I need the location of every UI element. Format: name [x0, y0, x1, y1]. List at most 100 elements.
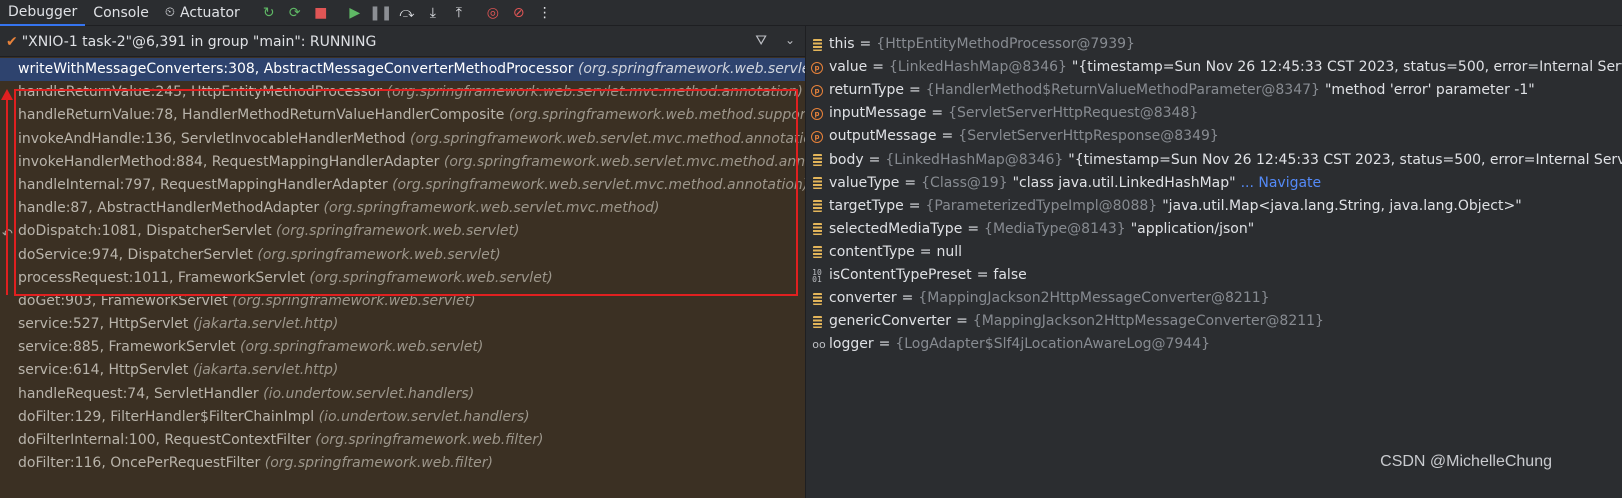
frame-method: handleInternal:797, RequestMappingHandle…	[18, 176, 388, 193]
variable-type: {HandlerMethod$ReturnValueMethodParamete…	[925, 82, 1320, 99]
variable-row[interactable]: genericConverter = {MappingJackson2HttpMes…	[806, 310, 1324, 333]
frame-row[interactable]: doService:974, DispatcherServlet (org.sp…	[0, 244, 805, 267]
field-icon	[811, 154, 823, 166]
variable-name: converter	[829, 290, 897, 307]
frame-row[interactable]: handleReturnValue:245, HttpEntityMethodP…	[0, 81, 805, 104]
frame-row[interactable]: handleRequest:74, ServletHandler (io.und…	[0, 383, 805, 406]
field-icon	[811, 38, 823, 51]
frame-row[interactable]: doFilterInternal:100, RequestContextFilt…	[0, 429, 805, 452]
frame-method: doFilter:129, FilterHandler$FilterChainI…	[18, 408, 315, 425]
parameter-icon: p	[811, 107, 823, 120]
variable-type: {ServletServerHttpRequest@8348}	[948, 105, 1199, 122]
frame-row[interactable]: invokeAndHandle:136, ServletInvocableHan…	[0, 128, 805, 151]
variable-name: outputMessage	[829, 128, 937, 145]
equals-sign: =	[919, 243, 932, 260]
variable-row[interactable]: targetType = {ParameterizedTypeImpl@8088} "…	[806, 195, 1522, 218]
variable-row[interactable]: valueType = {Class@19} "class java.util.Lin…	[806, 172, 1321, 195]
frame-package: (org.springframework.web.servlet)	[232, 292, 476, 309]
variable-value: "method 'error' parameter -1"	[1324, 82, 1535, 99]
frame-row[interactable]: handleInternal:797, RequestMappingHandle…	[0, 174, 805, 197]
variable-type: {LogAdapter$Slf4jLocationAwareLog@7944}	[895, 336, 1211, 353]
tab-actuator[interactable]: ⏲ Actuator	[157, 0, 248, 26]
frame-package: (org.springframework.web.servlet.mvc.met…	[443, 153, 805, 170]
equals-sign: =	[967, 220, 980, 237]
equals-sign: =	[931, 105, 944, 122]
frame-method: doFilterInternal:100, RequestContextFilt…	[18, 432, 311, 448]
frame-package: (io.undertow.servlet.handlers)	[263, 385, 475, 402]
frame-row[interactable]: doGet:903, FrameworkServlet (org.springf…	[0, 290, 805, 313]
field-icon	[811, 246, 823, 259]
frame-row[interactable]: doFilter:116, OncePerRequestFilter (org.…	[0, 452, 805, 475]
frame-method: handleRequest:74, ServletHandler	[18, 385, 259, 402]
more-options-icon[interactable]: ⋮	[533, 1, 557, 25]
variable-row[interactable]: p outputMessage = {ServletServerHttpRespons…	[806, 125, 1219, 148]
variable-name: valueType	[829, 174, 900, 191]
frame-row[interactable]: service:614, HttpServlet (jakarta.servle…	[0, 359, 805, 382]
frame-row[interactable]: writeWithMessageConverters:308, Abstract…	[0, 58, 805, 82]
variable-row[interactable]: p inputMessage = {ServletServerHttpRequest@…	[806, 102, 1198, 125]
tab-console[interactable]: Console	[85, 0, 157, 26]
variable-row[interactable]: oo logger = {LogAdapter$Slf4jLocationAwareL…	[806, 333, 1210, 356]
step-out-icon[interactable]: ⤒	[447, 1, 471, 25]
stop-icon[interactable]: ■	[309, 1, 333, 25]
variable-value: "class java.util.LinkedHashMap"	[1012, 174, 1236, 191]
variable-row[interactable]: p value = {LinkedHashMap@8346} "{timestamp=S…	[806, 56, 1622, 79]
filter-icon[interactable]: ⛛	[755, 33, 767, 49]
pause-icon[interactable]: ❚❚	[369, 1, 393, 25]
step-over-icon[interactable]: ⤼	[395, 1, 419, 25]
restart-icon[interactable]: ⟳	[283, 1, 307, 25]
variable-row[interactable]: 10 01 isContentTypePreset = false	[806, 264, 1027, 287]
frame-method: invokeHandlerMethod:884, RequestMappingH…	[18, 153, 440, 170]
chevron-down-icon[interactable]: ⌄	[785, 33, 795, 47]
variable-row[interactable]: selectedMediaType = {MediaType@8143} "appli…	[806, 218, 1254, 241]
frame-package: (jakarta.servlet.http)	[192, 362, 339, 379]
thread-selector[interactable]: ✔ "XNIO-1 task-2"@6,391 in group "main":…	[0, 27, 805, 57]
rerun-icon[interactable]: ↻	[257, 1, 281, 25]
variable-row[interactable]: converter = {MappingJackson2HttpMessageCon…	[806, 287, 1270, 310]
mute-breakpoints-icon[interactable]: ⊘	[507, 1, 531, 25]
variable-value: false	[993, 267, 1027, 283]
resume-icon[interactable]: ▶	[343, 1, 367, 25]
annotation-line	[6, 99, 8, 295]
variable-name: contentType	[829, 243, 915, 260]
variable-type: {LinkedHashMap@8346}	[885, 151, 1064, 168]
variable-type: {MappingJackson2HttpMessageConverter@821…	[972, 313, 1324, 330]
variable-value: "{timestamp=Sun Nov 26 12:45:33 CST 2023…	[1068, 151, 1622, 168]
frame-package: (org.springframework.web.servlet)	[239, 339, 484, 356]
variable-row[interactable]: this = {HttpEntityMethodProcessor@7939}	[806, 33, 1135, 56]
step-into-icon[interactable]: ⤓	[421, 1, 445, 25]
frame-row[interactable]: doDispatch:1081, DispatcherServlet (org.…	[0, 220, 805, 243]
navigate-link[interactable]: ... Navigate	[1241, 172, 1322, 195]
frame-row[interactable]: service:885, FrameworkServlet (org.sprin…	[0, 336, 805, 359]
frame-package: (org.springframework.web.servlet.mvc.met…	[323, 200, 660, 217]
frame-row[interactable]: invokeHandlerMethod:884, RequestMappingH…	[0, 151, 805, 174]
view-breakpoints-icon[interactable]: ◎	[481, 1, 505, 25]
tab-console-label: Console	[93, 4, 149, 21]
frame-package: (org.springframework.web.servlet.mvc.met…	[386, 84, 803, 101]
frame-method: service:885, FrameworkServlet	[18, 339, 236, 356]
frame-row[interactable]: service:527, HttpServlet (jakarta.servle…	[0, 313, 805, 336]
field-icon	[811, 292, 823, 305]
variable-row[interactable]: contentType = null	[806, 241, 962, 264]
variable-value: "java.util.Map<java.lang.String, java.la…	[1162, 197, 1522, 214]
check-icon: ✔	[6, 33, 18, 50]
tab-actuator-label: Actuator	[180, 4, 240, 21]
parameter-icon: p	[811, 61, 823, 74]
frame-row[interactable]: doFilter:129, FilterHandler$FilterChainI…	[0, 406, 805, 429]
frame-method: invokeAndHandle:136, ServletInvocableHan…	[18, 130, 406, 147]
frame-method: doGet:903, FrameworkServlet	[18, 292, 228, 309]
frames-list: writeWithMessageConverters:308, Abstract…	[0, 58, 805, 475]
thread-label: "XNIO-1 task-2"@6,391 in group "main": R…	[21, 33, 377, 50]
frame-method: doService:974, DispatcherServlet	[18, 246, 253, 263]
variable-row[interactable]: body = {LinkedHashMap@8346} "{timestamp=Sun…	[806, 149, 1622, 172]
variable-name: selectedMediaType	[829, 220, 963, 237]
variable-row[interactable]: p returnType = {HandlerMethod$ReturnValueMe…	[806, 79, 1535, 102]
frame-method: handle:87, AbstractHandlerMethodAdapter	[18, 200, 320, 217]
frame-row[interactable]: processRequest:1011, FrameworkServlet (o…	[0, 267, 805, 290]
annotation-arrow-icon	[1, 89, 13, 100]
variable-value: "{timestamp=Sun Nov 26 12:45:33 CST 2023…	[1071, 59, 1622, 76]
frame-row[interactable]: handle:87, AbstractHandlerMethodAdapter …	[0, 197, 805, 220]
tab-debugger[interactable]: Debugger	[0, 0, 86, 26]
frame-method: service:527, HttpServlet	[18, 316, 189, 333]
frame-row[interactable]: handleReturnValue:78, HandlerMethodRetur…	[0, 104, 805, 127]
